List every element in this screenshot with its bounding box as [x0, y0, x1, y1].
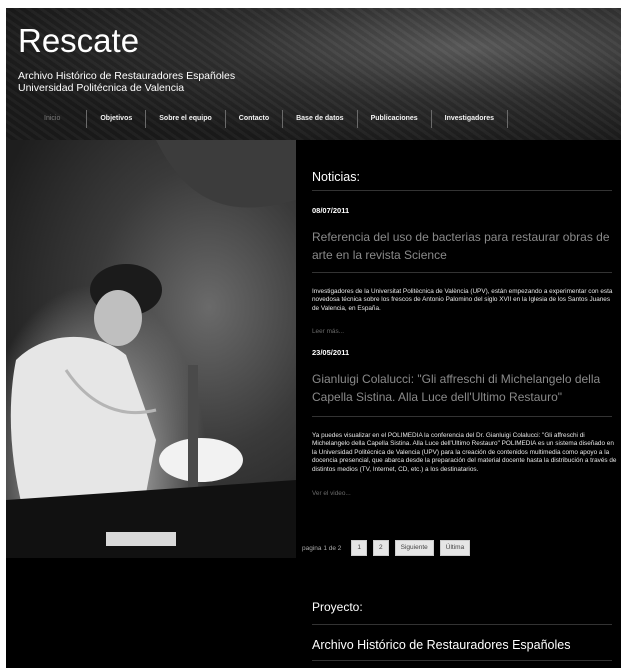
restorer-photo-illustration — [6, 140, 296, 558]
news-date: 08/07/2011 — [312, 206, 350, 215]
site-subtitle: Archivo Histórico de Restauradores Españ… — [18, 70, 235, 94]
main-nav: Inicio Objetivos Sobre el equipo Contact… — [14, 108, 509, 130]
site-title[interactable]: Rescate — [18, 22, 139, 60]
nav-item-investigadores[interactable]: Investigadores — [432, 110, 509, 128]
news-title-link[interactable]: Gianluigi Colalucci: "Gli affreschi di M… — [312, 370, 614, 406]
news-body: Ya puedes visualizar en el POLIMEDIA la … — [312, 432, 617, 473]
page-1-button[interactable]: 1 — [351, 540, 368, 556]
read-more-link[interactable]: Leer más... — [312, 328, 344, 335]
site-header: Rescate Archivo Histórico de Restaurador… — [6, 8, 621, 140]
nav-item-publicaciones[interactable]: Publicaciones — [358, 110, 432, 128]
project-heading: Proyecto: — [312, 600, 363, 614]
page-info: pagina 1 de 2 — [302, 544, 342, 552]
news-divider — [312, 272, 612, 273]
nav-item-sobre-el-equipo[interactable]: Sobre el equipo — [146, 110, 226, 128]
watch-video-link[interactable]: Ver el video... — [312, 490, 351, 497]
news-divider — [312, 416, 612, 417]
news-divider — [312, 190, 612, 191]
subtitle-line-2: Universidad Politécnica de Valencia — [18, 82, 185, 94]
page-frame: Rescate Archivo Histórico de Restaurador… — [6, 8, 621, 668]
subtitle-line-1: Archivo Histórico de Restauradores Españ… — [18, 70, 236, 82]
project-divider — [312, 660, 612, 661]
restorer-photo — [6, 140, 296, 558]
project-name-link[interactable]: Archivo Histórico de Restauradores Españ… — [312, 638, 570, 652]
news-body: Investigadores de la Universitat Politèc… — [312, 288, 613, 312]
nav-item-contacto[interactable]: Contacto — [226, 110, 284, 128]
nav-item-base-de-datos[interactable]: Base de datos — [283, 110, 358, 128]
next-page-button[interactable]: Siguiente — [394, 540, 434, 556]
news-heading: Noticias: — [312, 170, 360, 184]
page-2-button[interactable]: 2 — [373, 540, 389, 556]
news-title-link[interactable]: Referencia del uso de bacterias para res… — [312, 228, 614, 264]
nav-item-objetivos[interactable]: Objetivos — [87, 110, 147, 128]
project-divider — [312, 624, 612, 625]
pagination: pagina 1 de 2 1 2 Siguiente Última — [302, 540, 471, 556]
last-page-button[interactable]: Última — [439, 540, 471, 556]
nav-item-inicio[interactable]: Inicio — [14, 110, 88, 128]
news-date: 23/05/2011 — [312, 348, 350, 357]
